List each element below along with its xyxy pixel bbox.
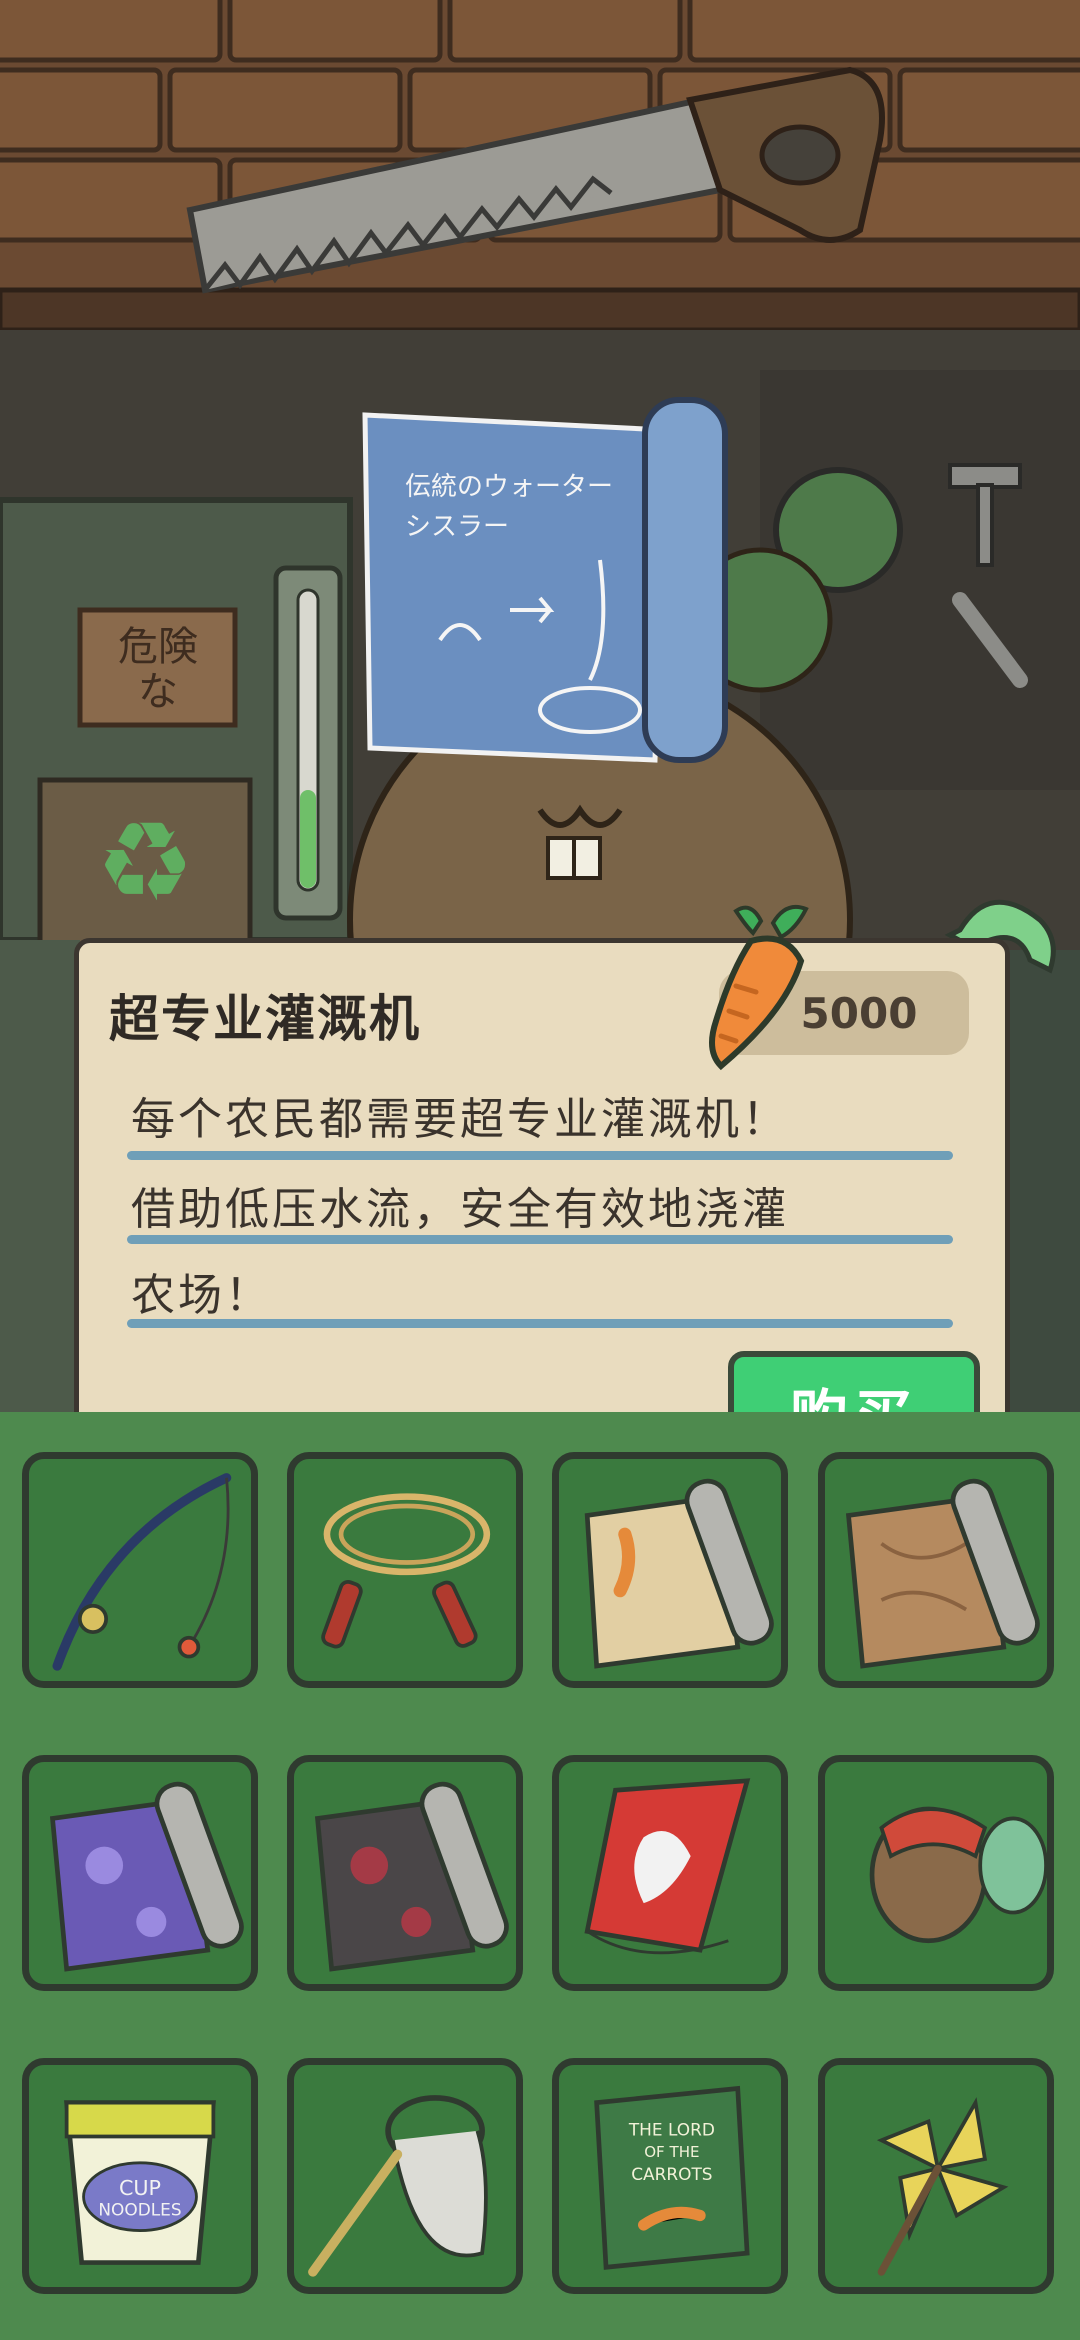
back-button[interactable] [940,880,1060,990]
item-info-card: 超专业灌溉机 5000 每个农民都需要超专业灌溉机！ 借助低压水流，安全有效地浇… [74,904,1010,1473]
svg-text:危険: 危険 [118,624,198,670]
item-title: 超专业灌溉机 [109,990,421,1048]
carrot-icon [709,904,809,1071]
description-rule [127,1319,953,1328]
item-shelf: CUP NOODLES THE LORD OF THE CARROTS [0,1412,1080,2340]
description-rule [127,1235,953,1244]
shelf-item-wood-scroll[interactable] [818,1452,1054,1688]
shelf-item-spinning-top[interactable] [818,1755,1054,1991]
blueprint-icon: 伝統のウォーター シスラー [362,397,728,763]
svg-text:♻: ♻ [96,798,195,926]
shelf-item-bug-net[interactable] [287,2058,523,2294]
kite-icon [584,1778,751,1955]
svg-text:NOODLES: NOODLES [98,2200,181,2220]
fishing-rod-icon [52,1473,232,1671]
pinwheel-icon [876,2097,1009,2276]
shelf-item-cup-noodles[interactable]: CUP NOODLES [22,2058,258,2294]
description-line-2: 借助低压水流，安全有效地浇灌 [131,1184,789,1235]
svg-text:伝統のウォーター: 伝統のウォーター [405,472,613,502]
shelf-item-kite[interactable] [552,1755,788,1991]
purple-sakura-scroll-icon [49,1781,244,1972]
lord-of-the-carrots-book-icon: THE LORD OF THE CARROTS [594,2085,750,2270]
dark-sakura-scroll-icon [314,1781,509,1972]
description-rule [127,1151,953,1160]
svg-text:OF THE: OF THE [644,2143,699,2161]
shelf-item-carrot-scroll[interactable] [552,1452,788,1688]
bug-net-icon [308,2095,488,2277]
cup-noodles-icon: CUP NOODLES [64,2100,216,2265]
description-line-1: 每个农民都需要超专业灌溉机！ [131,1094,789,1145]
carrot-scroll-icon [584,1478,774,1669]
shelf-item-jump-rope[interactable] [287,1452,523,1688]
shelf-item-pinwheel[interactable] [818,2058,1054,2294]
svg-text:CUP: CUP [119,2176,161,2200]
wood-scroll-icon [845,1478,1040,1669]
svg-text:THE LORD: THE LORD [628,2120,715,2140]
svg-text:な: な [138,669,178,715]
spinning-top-icon [869,1806,1047,1944]
shelf-item-book[interactable]: THE LORD OF THE CARROTS [552,2058,788,2294]
shelf-item-purple-sakura-scroll[interactable] [22,1755,258,1991]
svg-text:CARROTS: CARROTS [631,2164,712,2184]
description-line-3: 农场！ [131,1270,272,1321]
svg-text:シスラー: シスラー [405,512,509,542]
shelf-item-dark-sakura-scroll[interactable] [287,1755,523,1991]
shelf-item-fishing-rod[interactable] [22,1452,258,1688]
jump-rope-icon [321,1493,491,1649]
